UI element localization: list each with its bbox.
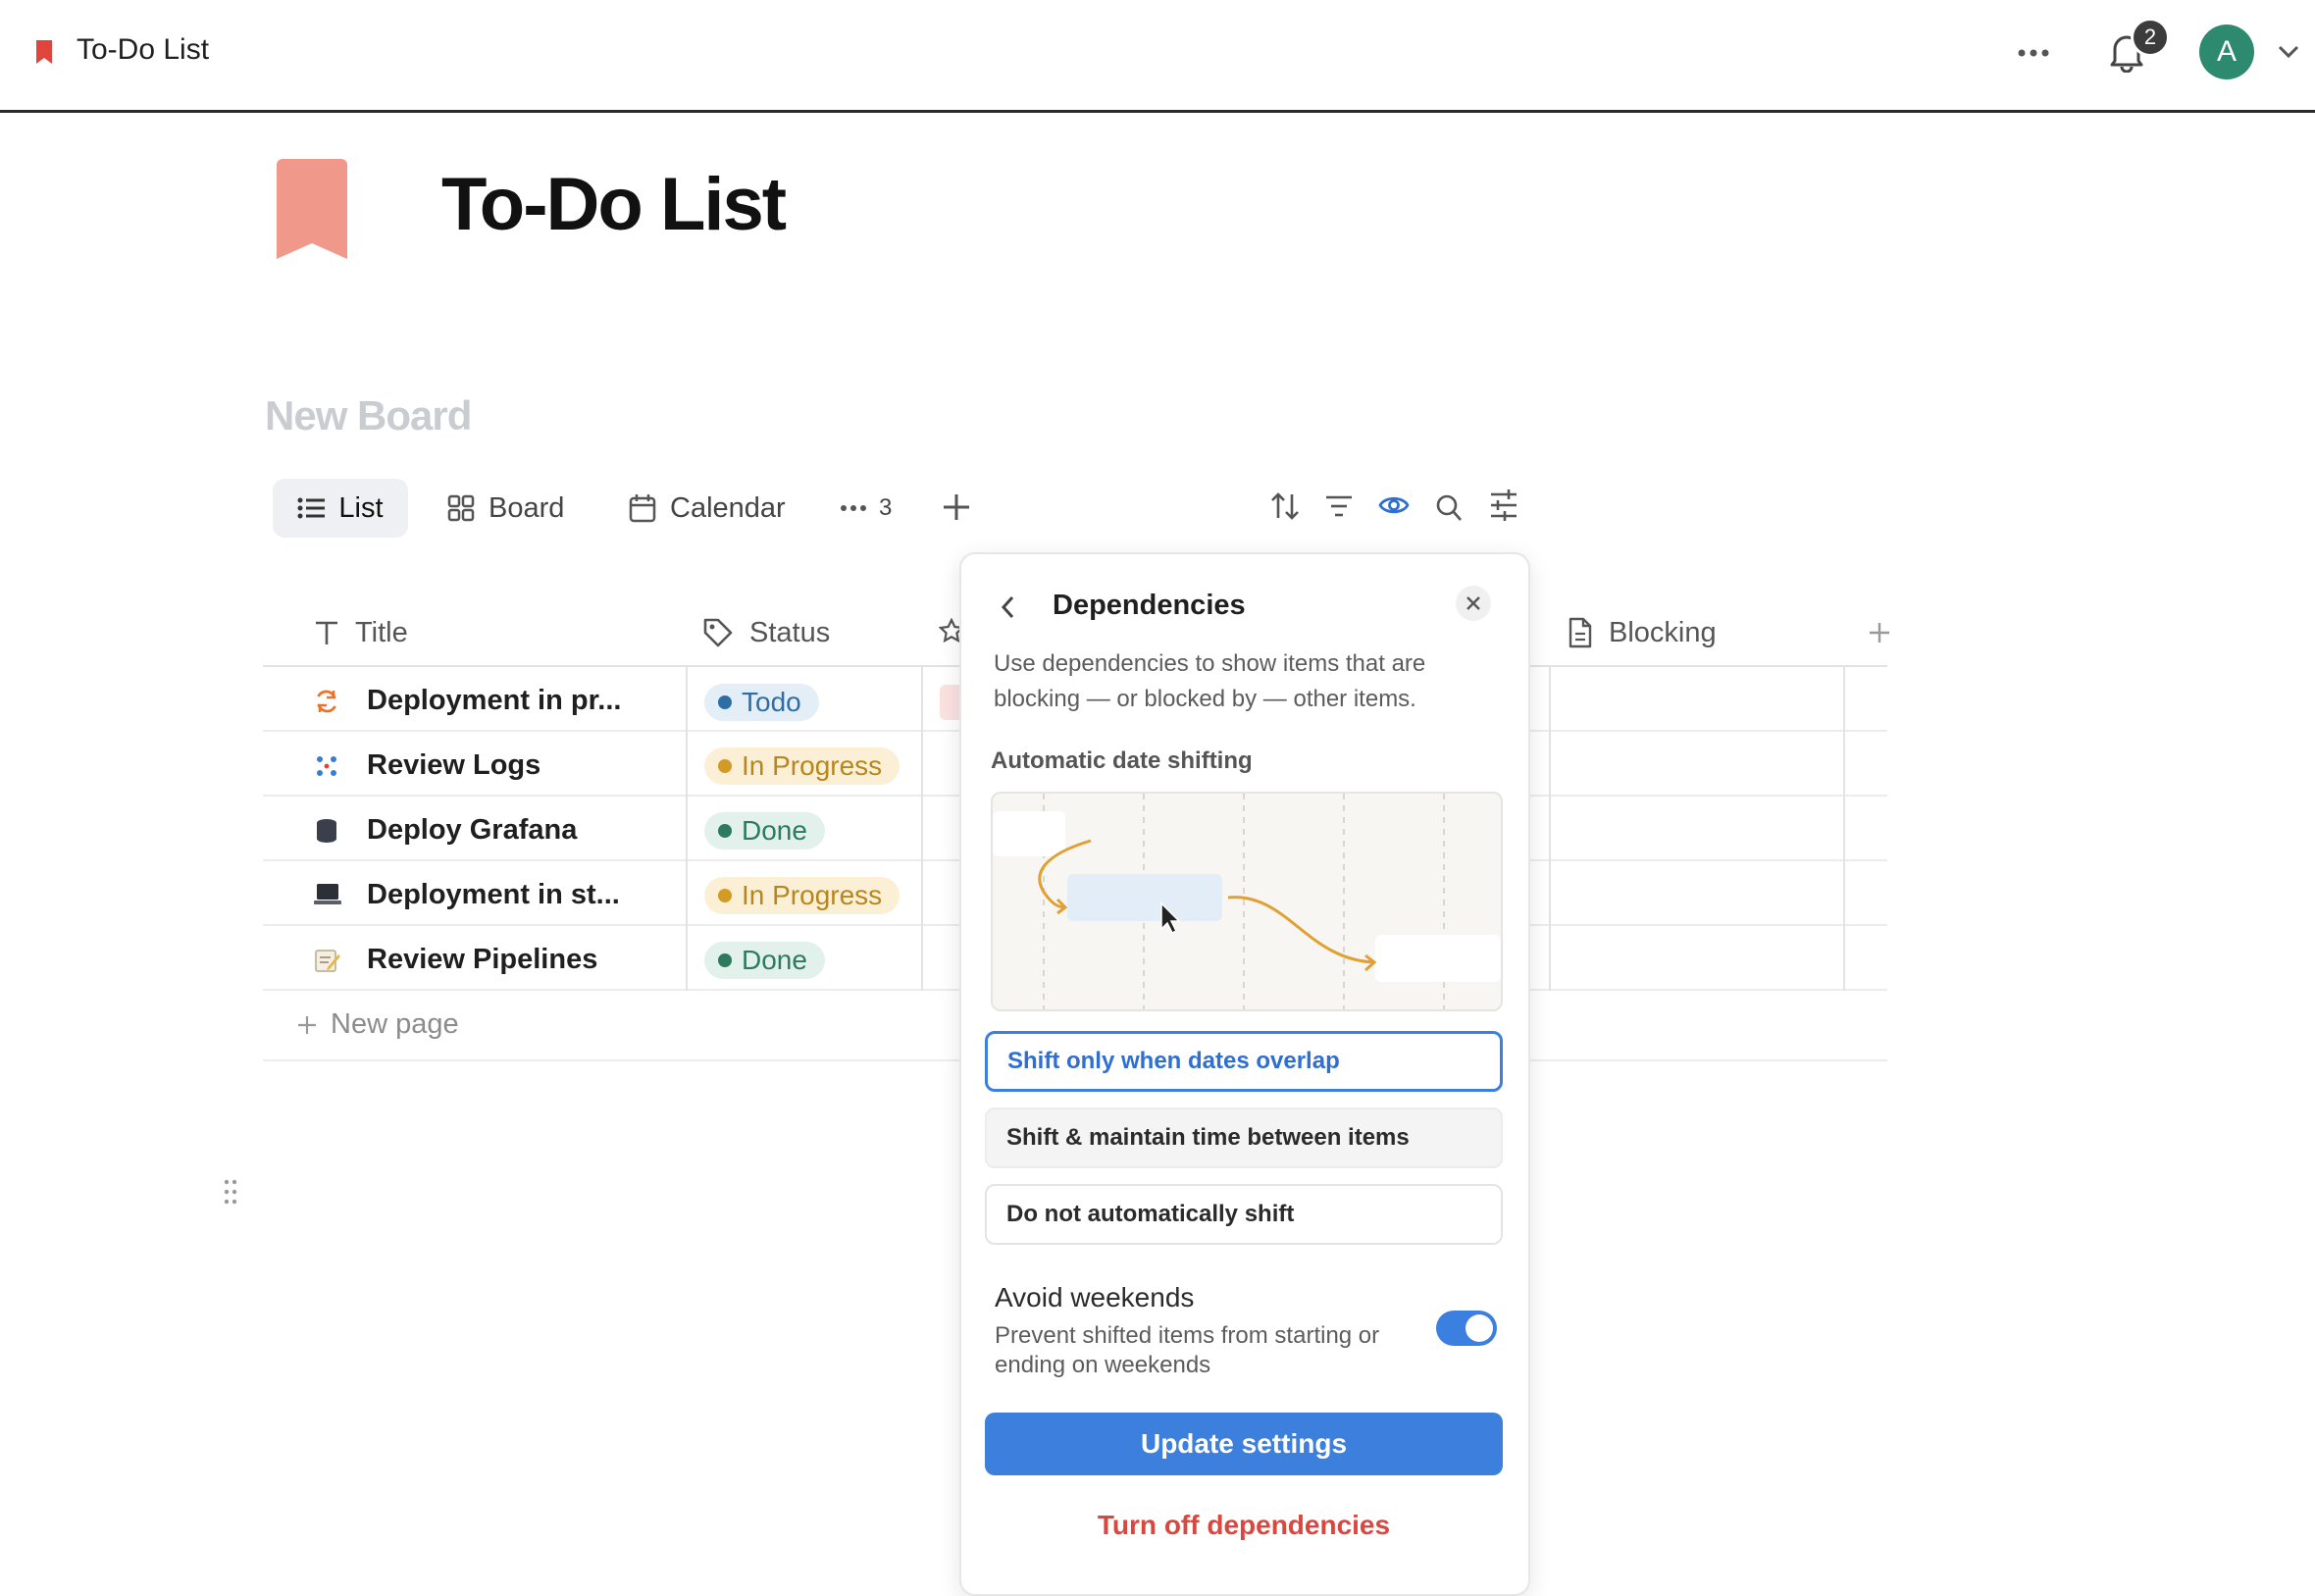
column-divider: [686, 667, 688, 991]
breadcrumb-title[interactable]: To-Do List: [77, 33, 209, 67]
row-title[interactable]: Review Logs: [367, 749, 540, 782]
row-title[interactable]: Deployment in pr...: [367, 685, 621, 717]
column-divider: [1843, 667, 1845, 991]
date-shifting-illustration: [991, 792, 1503, 1011]
plus-icon: [297, 1015, 317, 1035]
status-badge[interactable]: Done: [704, 812, 825, 849]
status-badge[interactable]: In Progress: [704, 747, 900, 785]
status-dot: [718, 889, 732, 902]
tab-list-label: List: [338, 491, 384, 524]
filter-icon[interactable]: [1324, 494, 1354, 518]
status-label: Todo: [742, 687, 801, 717]
header-divider: [0, 110, 2315, 113]
row-title[interactable]: Review Pipelines: [367, 944, 597, 976]
back-chevron-icon[interactable]: [1001, 595, 1016, 619]
dependencies-popover: Dependencies Use dependencies to show it…: [959, 552, 1530, 1596]
more-views-button[interactable]: 3: [840, 479, 892, 538]
tag-icon: [702, 617, 734, 648]
column-header-blocking-label: Blocking: [1609, 616, 1717, 648]
new-page-label: New page: [331, 1008, 459, 1040]
option-shift-when-overlap[interactable]: Shift only when dates overlap: [985, 1031, 1503, 1092]
column-header-title-label: Title: [355, 616, 408, 648]
turn-off-dependencies-button[interactable]: Turn off dependencies: [985, 1496, 1503, 1555]
database-icon: [316, 818, 337, 844]
update-settings-button[interactable]: Update settings: [985, 1413, 1503, 1475]
document-icon: [1568, 617, 1593, 648]
option-shift-maintain-time[interactable]: Shift & maintain time between items: [985, 1107, 1503, 1168]
column-header-blocking[interactable]: Blocking: [1568, 613, 1717, 652]
popover-title: Dependencies: [1053, 590, 1246, 621]
dots-grid-icon: [316, 755, 337, 777]
row-title[interactable]: Deploy Grafana: [367, 814, 577, 847]
chevron-down-icon[interactable]: [2278, 45, 2299, 59]
calendar-icon: [629, 493, 656, 523]
bookmark-icon: [35, 39, 53, 65]
avatar[interactable]: A: [2199, 25, 2254, 79]
status-badge[interactable]: Done: [704, 942, 825, 979]
add-column-icon[interactable]: [1869, 622, 1890, 644]
drag-handle-icon[interactable]: [223, 1179, 238, 1205]
status-dot: [718, 953, 732, 967]
new-page-button[interactable]: New page: [297, 1008, 459, 1041]
column-divider: [921, 667, 923, 991]
notification-count-badge: 2: [2131, 18, 2170, 57]
sort-icon[interactable]: [1270, 490, 1300, 522]
avoid-weekends-description: Prevent shifted items from starting or e…: [995, 1322, 1380, 1378]
tab-calendar-label: Calendar: [670, 491, 786, 524]
popover-description: Use dependencies to show items that are …: [994, 650, 1426, 712]
search-icon[interactable]: [1435, 493, 1463, 523]
status-dot: [718, 759, 732, 773]
memo-icon: [314, 948, 341, 973]
date-shifting-heading: Automatic date shifting: [991, 747, 1253, 774]
tab-board-label: Board: [489, 491, 565, 524]
top-bar: To-Do List 2 A: [0, 0, 2315, 110]
page-title[interactable]: To-Do List: [441, 162, 787, 247]
board-grid-icon: [447, 494, 475, 522]
close-icon[interactable]: [1456, 586, 1491, 621]
tab-list[interactable]: List: [273, 479, 408, 538]
page-bookmark-icon[interactable]: [277, 159, 347, 259]
laptop-icon: [314, 883, 341, 906]
toggle-knob: [1466, 1314, 1493, 1342]
row-title[interactable]: Deployment in st...: [367, 879, 620, 911]
sync-icon: [314, 689, 339, 714]
priority-pill-fragment: [940, 685, 961, 720]
column-header-status-label: Status: [749, 616, 831, 648]
status-label: In Progress: [742, 750, 883, 781]
add-view-icon[interactable]: [942, 492, 971, 522]
status-dot: [718, 824, 732, 838]
more-views-count: 3: [879, 494, 893, 521]
status-label: Done: [742, 815, 807, 846]
avoid-weekends-title: Avoid weekends: [995, 1282, 1195, 1313]
option-do-not-shift[interactable]: Do not automatically shift: [985, 1184, 1503, 1245]
status-badge[interactable]: Todo: [704, 684, 819, 721]
column-header-title[interactable]: Title: [314, 613, 408, 652]
board-title[interactable]: New Board: [265, 392, 472, 439]
column-divider: [1549, 667, 1551, 991]
tab-board[interactable]: Board: [447, 479, 564, 538]
eye-icon[interactable]: [1378, 493, 1410, 517]
status-label: In Progress: [742, 880, 883, 910]
column-header-status[interactable]: Status: [702, 613, 830, 652]
status-badge[interactable]: In Progress: [704, 877, 900, 914]
avoid-weekends-toggle[interactable]: [1436, 1311, 1497, 1346]
text-type-icon: [314, 619, 339, 646]
status-dot: [718, 695, 732, 709]
tab-calendar[interactable]: Calendar: [629, 479, 786, 538]
more-options-icon[interactable]: [2017, 43, 2050, 63]
status-label: Done: [742, 945, 807, 975]
list-icon: [297, 496, 326, 520]
ellipsis-icon: [840, 504, 867, 512]
settings-sliders-icon[interactable]: [1489, 489, 1518, 522]
